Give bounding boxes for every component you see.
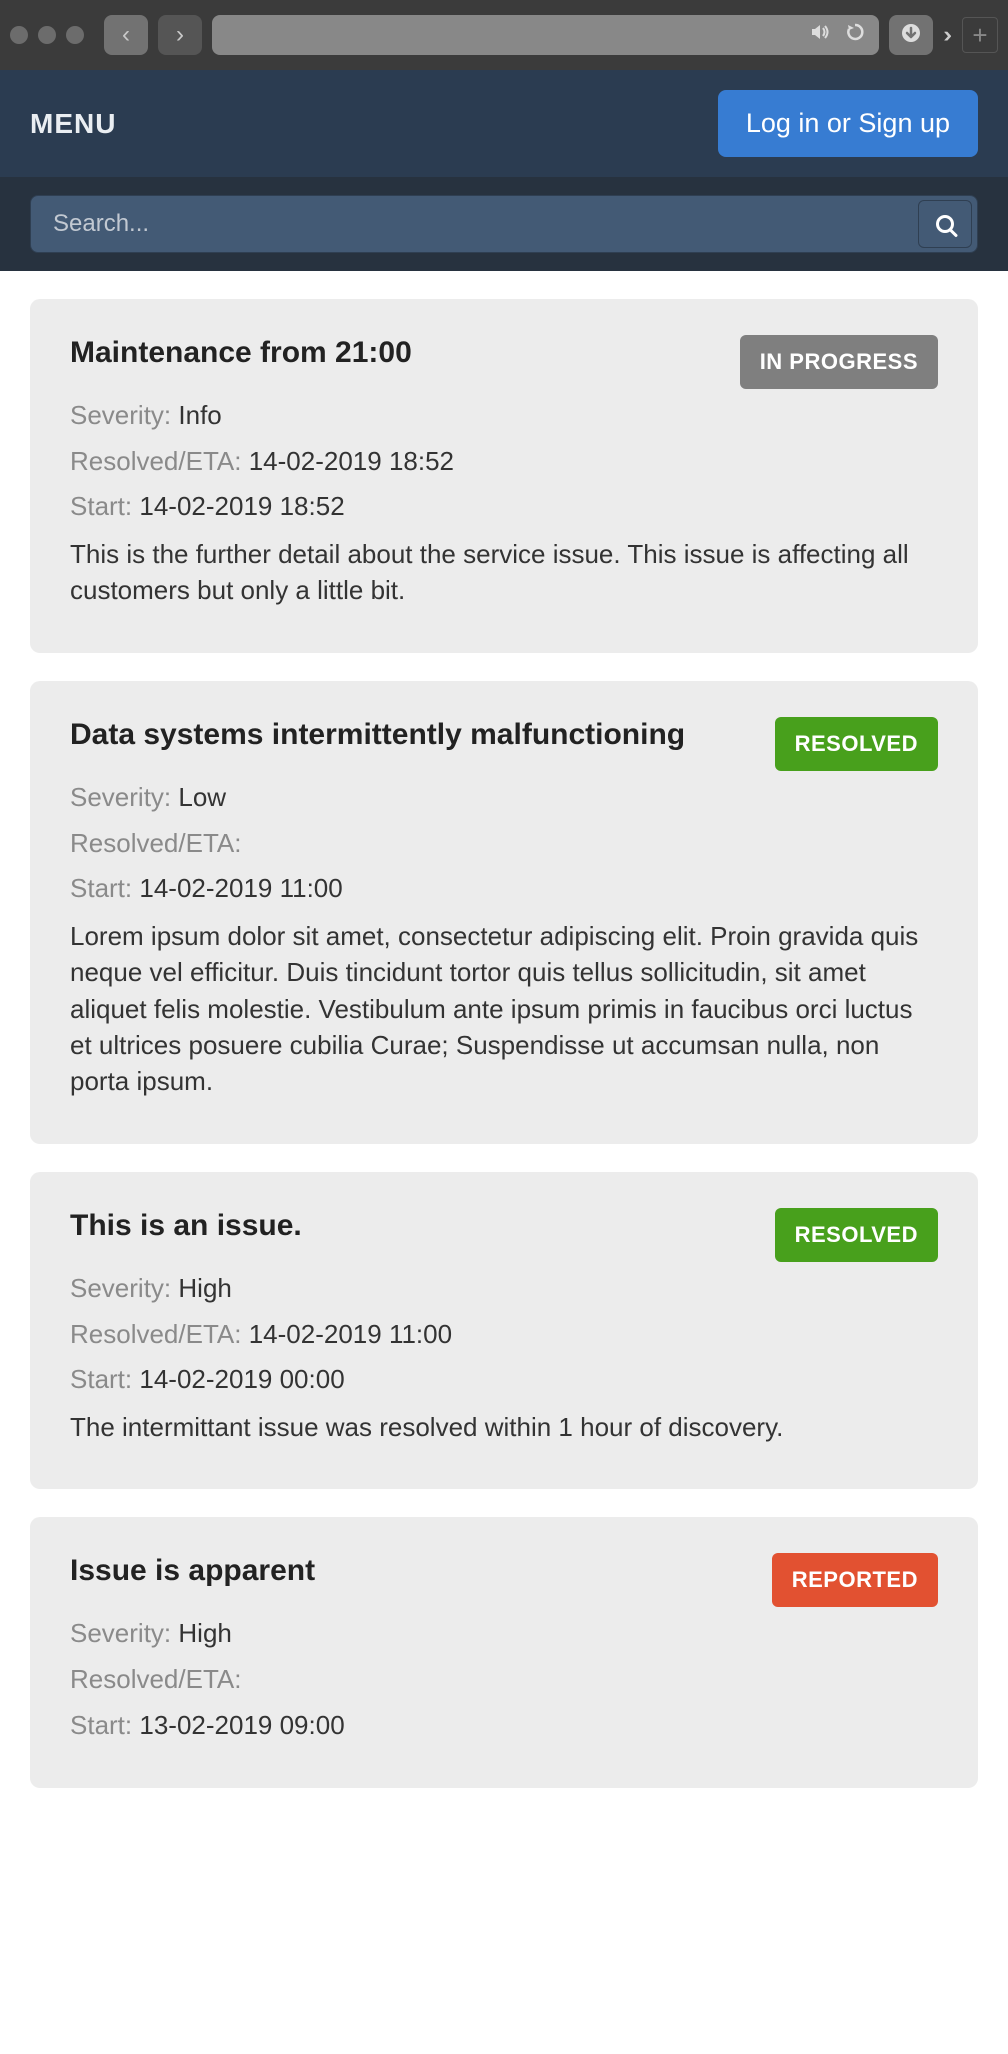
minimize-window-icon[interactable] bbox=[38, 26, 56, 44]
start-value: 14-02-2019 18:52 bbox=[139, 491, 344, 521]
issue-title: Maintenance from 21:00 bbox=[70, 335, 412, 371]
start-label: Start: bbox=[70, 1710, 132, 1740]
issue-title: This is an issue. bbox=[70, 1208, 302, 1244]
resolved-eta-label: Resolved/ETA: bbox=[70, 1319, 241, 1349]
resolved-eta-label: Resolved/ETA: bbox=[70, 446, 241, 476]
back-button[interactable]: ‹ bbox=[104, 15, 148, 55]
issue-card: This is an issue. RESOLVED Severity: Hig… bbox=[30, 1172, 978, 1489]
address-bar[interactable] bbox=[212, 15, 879, 55]
severity-value: High bbox=[178, 1618, 231, 1648]
downloads-button[interactable] bbox=[889, 15, 933, 55]
severity-label: Severity: bbox=[70, 1273, 171, 1303]
issue-card: Issue is apparent REPORTED Severity: Hig… bbox=[30, 1517, 978, 1788]
resolved-eta-value: 14-02-2019 11:00 bbox=[249, 1319, 452, 1349]
sound-icon bbox=[811, 23, 831, 47]
issue-description: This is the further detail about the ser… bbox=[70, 536, 938, 609]
severity-value: Low bbox=[178, 782, 226, 812]
issue-card: Maintenance from 21:00 IN PROGRESS Sever… bbox=[30, 299, 978, 653]
status-badge: RESOLVED bbox=[775, 1208, 938, 1262]
maximize-window-icon[interactable] bbox=[66, 26, 84, 44]
issue-title: Issue is apparent bbox=[70, 1553, 315, 1589]
resolved-eta-value: 14-02-2019 18:52 bbox=[249, 446, 454, 476]
severity-label: Severity: bbox=[70, 782, 171, 812]
start-value: 14-02-2019 00:00 bbox=[139, 1364, 344, 1394]
start-label: Start: bbox=[70, 1364, 132, 1394]
start-label: Start: bbox=[70, 873, 132, 903]
issue-description: Lorem ipsum dolor sit amet, consectetur … bbox=[70, 918, 938, 1100]
menu-button[interactable]: MENU bbox=[30, 108, 116, 140]
window-controls bbox=[10, 26, 84, 44]
severity-label: Severity: bbox=[70, 400, 171, 430]
status-badge: RESOLVED bbox=[775, 717, 938, 771]
search-button[interactable] bbox=[918, 200, 972, 248]
search-section bbox=[0, 177, 1008, 271]
issue-title: Data systems intermittently malfunctioni… bbox=[70, 717, 685, 753]
status-badge: IN PROGRESS bbox=[740, 335, 938, 389]
start-label: Start: bbox=[70, 491, 132, 521]
chevron-right-icon: › bbox=[176, 21, 184, 49]
severity-value: High bbox=[178, 1273, 231, 1303]
resolved-eta-label: Resolved/ETA: bbox=[70, 1664, 241, 1694]
close-window-icon[interactable] bbox=[10, 26, 28, 44]
resolved-eta-label: Resolved/ETA: bbox=[70, 828, 241, 858]
chevron-left-icon: ‹ bbox=[122, 21, 130, 49]
overflow-icon[interactable]: ›› bbox=[943, 22, 946, 48]
severity-value: Info bbox=[178, 400, 221, 430]
app-header: MENU Log in or Sign up bbox=[0, 70, 1008, 177]
start-value: 13-02-2019 09:00 bbox=[139, 1710, 344, 1740]
forward-button[interactable]: › bbox=[158, 15, 202, 55]
issue-card: Data systems intermittently malfunctioni… bbox=[30, 681, 978, 1144]
download-icon bbox=[901, 23, 921, 48]
issue-description: The intermittant issue was resolved with… bbox=[70, 1409, 938, 1445]
browser-chrome: ‹ › ›› + bbox=[0, 0, 1008, 70]
issues-list: Maintenance from 21:00 IN PROGRESS Sever… bbox=[0, 271, 1008, 1816]
search-bar bbox=[30, 195, 978, 253]
status-badge: REPORTED bbox=[772, 1553, 938, 1607]
new-tab-button[interactable]: + bbox=[962, 17, 998, 53]
severity-label: Severity: bbox=[70, 1618, 171, 1648]
login-signup-button[interactable]: Log in or Sign up bbox=[718, 90, 978, 157]
search-input[interactable] bbox=[31, 210, 918, 238]
search-icon bbox=[936, 215, 954, 233]
reload-icon[interactable] bbox=[845, 22, 865, 48]
start-value: 14-02-2019 11:00 bbox=[139, 873, 342, 903]
